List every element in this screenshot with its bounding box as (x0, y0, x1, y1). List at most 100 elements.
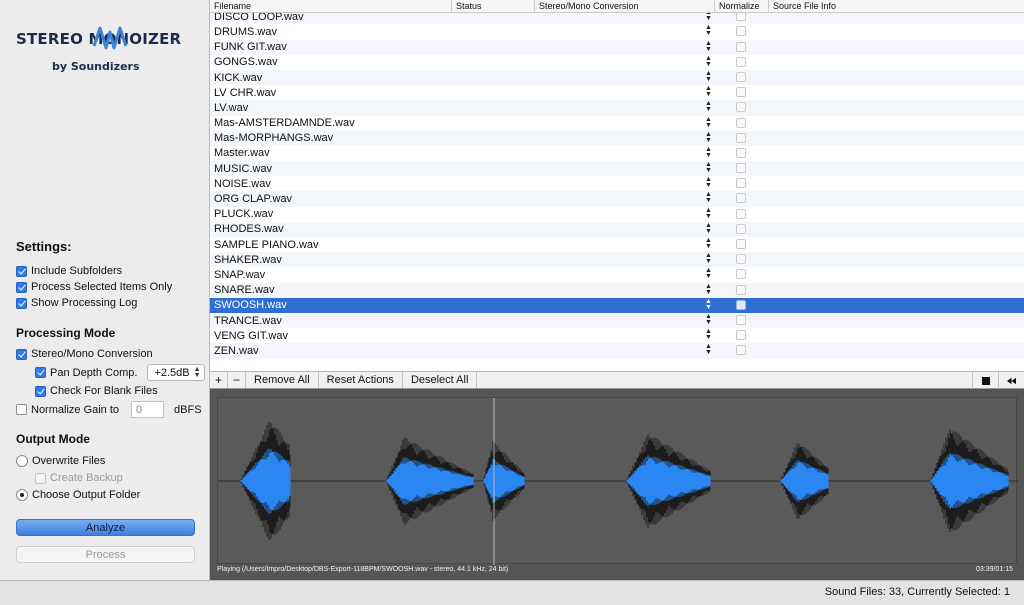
table-row[interactable]: SNARE.wav ▲ ▼ (210, 282, 1024, 298)
checkbox-box[interactable] (16, 281, 27, 293)
pan-depth-stepper[interactable]: +2.5dB ▲ ▼ (147, 364, 205, 381)
conversion-popup-icon[interactable]: ▲▼ (705, 343, 712, 356)
table-row[interactable]: VENG GIT.wav ▲ ▼ (210, 328, 1024, 343)
table-row[interactable]: GONGS.wav ▲ ▼ (210, 55, 1024, 70)
normalize-checkbox[interactable] (736, 117, 746, 128)
checkbox-box[interactable] (35, 385, 46, 397)
stepper-arrows-icon[interactable]: ▲ ▼ (194, 366, 201, 379)
column-header-status[interactable]: Status (452, 0, 535, 13)
table-row[interactable]: NOISE.wav ▲ ▼ (210, 176, 1024, 191)
column-header-filename[interactable]: Filename (210, 0, 452, 13)
create-backup-checkbox[interactable]: Create Backup (35, 472, 123, 484)
conversion-popup-icon[interactable]: ▲▼ (705, 116, 712, 129)
normalize-checkbox[interactable] (736, 26, 746, 37)
table-row[interactable]: TRANCE.wav ▲ ▼ (210, 312, 1024, 329)
conversion-popup-icon[interactable]: ▲▼ (705, 70, 712, 83)
table-row[interactable]: SWOOSH.wav ▲ ▼ (210, 297, 1024, 313)
analyze-button[interactable]: Analyze (16, 519, 195, 536)
table-row[interactable]: ORG CLAP.wav ▲ ▼ (210, 191, 1024, 207)
normalize-checkbox[interactable] (736, 132, 746, 143)
table-row[interactable]: RHODES.wav ▲ ▼ (210, 221, 1024, 237)
normalize-checkbox[interactable] (736, 71, 746, 82)
conversion-popup-icon[interactable]: ▲▼ (705, 55, 712, 68)
conversion-popup-icon[interactable]: ▲▼ (705, 252, 712, 265)
reset-actions-button[interactable]: Reset Actions (319, 372, 403, 388)
radio-circle[interactable] (16, 455, 28, 467)
table-row[interactable]: KICK.wav ▲ ▼ (210, 69, 1024, 86)
table-row[interactable]: MUSIC.wav ▲ ▼ (210, 161, 1024, 177)
stereo-mono-checkbox[interactable]: Stereo/Mono Conversion (16, 348, 153, 360)
conversion-popup-icon[interactable]: ▲▼ (705, 313, 712, 326)
checkbox-box[interactable] (35, 367, 46, 378)
normalize-checkbox[interactable] (736, 193, 746, 204)
conversion-popup-icon[interactable]: ▲▼ (705, 328, 712, 341)
table-row[interactable]: FUNK GIT.wav ▲ ▼ (210, 39, 1024, 55)
conversion-popup-icon[interactable]: ▲▼ (705, 176, 712, 189)
conversion-popup-icon[interactable]: ▲▼ (705, 100, 712, 113)
table-row[interactable]: LV.wav ▲ ▼ (210, 100, 1024, 116)
rewind-button[interactable] (998, 372, 1024, 389)
normalize-checkbox[interactable] (736, 163, 746, 174)
checkbox-box[interactable] (16, 348, 27, 360)
conversion-popup-icon[interactable]: ▲▼ (705, 131, 712, 144)
pan-depth-checkbox[interactable]: Pan Depth Comp. +2.5dB ▲ ▼ (35, 364, 205, 381)
normalize-gain-checkbox[interactable]: Normalize Gain to 0 dBFS (16, 401, 202, 418)
process-button[interactable]: Process (16, 546, 195, 563)
include-subfolders-checkbox[interactable]: Include Subfolders (16, 265, 122, 277)
deselect-all-button[interactable]: Deselect All (403, 372, 478, 388)
conversion-popup-icon[interactable]: ▲▼ (705, 222, 712, 235)
add-button[interactable]: + (210, 372, 229, 388)
normalize-checkbox[interactable] (736, 254, 746, 265)
checkbox-box[interactable] (16, 404, 27, 415)
normalize-checkbox[interactable] (736, 208, 746, 219)
stop-button[interactable] (972, 372, 998, 389)
normalize-checkbox[interactable] (736, 102, 746, 113)
checkbox-box[interactable] (16, 297, 27, 309)
table-row[interactable]: LV CHR.wav ▲ ▼ (210, 85, 1024, 100)
table-row[interactable]: Mas-AMSTERDAMNDE.wav ▲ ▼ (210, 116, 1024, 131)
conversion-popup-icon[interactable]: ▲▼ (705, 40, 712, 53)
normalize-checkbox[interactable] (736, 269, 746, 280)
normalize-checkbox[interactable] (736, 239, 746, 249)
table-row[interactable]: SHAKER.wav ▲ ▼ (210, 252, 1024, 268)
checkbox-box[interactable] (16, 265, 27, 277)
table-row[interactable]: Master.wav ▲ ▼ (210, 146, 1024, 161)
remove-button[interactable]: − (228, 372, 247, 388)
conversion-popup-icon[interactable]: ▲▼ (705, 24, 712, 37)
normalize-checkbox[interactable] (736, 87, 746, 98)
conversion-popup-icon[interactable]: ▲▼ (705, 85, 712, 98)
remove-all-button[interactable]: Remove All (246, 372, 319, 388)
conversion-popup-icon[interactable]: ▲▼ (705, 267, 712, 280)
conversion-popup-icon[interactable]: ▲▼ (705, 298, 712, 311)
conversion-popup-icon[interactable]: ▲▼ (705, 161, 712, 174)
normalize-gain-input[interactable]: 0 (131, 401, 165, 418)
conversion-popup-icon[interactable]: ▲▼ (705, 191, 712, 204)
waveform-graphic[interactable] (218, 398, 1018, 565)
normalize-checkbox[interactable] (736, 299, 746, 310)
normalize-checkbox[interactable] (736, 56, 746, 67)
conversion-popup-icon[interactable]: ▲▼ (705, 283, 712, 296)
table-row[interactable]: Mas-MORPHANGS.wav ▲ ▼ (210, 130, 1024, 146)
waveform-display[interactable] (217, 397, 1018, 565)
radio-circle[interactable] (16, 489, 28, 501)
table-row[interactable]: PLUCK.wav ▲ ▼ (210, 207, 1024, 222)
column-header-stereo-mono[interactable]: Stereo/Mono Conversion (535, 0, 715, 13)
normalize-checkbox[interactable] (736, 223, 746, 234)
column-header-normalize[interactable]: Normalize (715, 0, 769, 13)
normalize-checkbox[interactable] (736, 147, 746, 158)
normalize-checkbox[interactable] (736, 314, 746, 325)
normalize-checkbox[interactable] (736, 284, 746, 295)
table-row[interactable]: ZEN.wav ▲ ▼ (210, 343, 1024, 359)
normalize-checkbox[interactable] (736, 178, 746, 189)
conversion-popup-icon[interactable]: ▲▼ (705, 237, 712, 250)
process-selected-checkbox[interactable]: Process Selected Items Only (16, 281, 172, 293)
show-log-checkbox[interactable]: Show Processing Log (16, 297, 137, 309)
conversion-popup-icon[interactable]: ▲▼ (705, 207, 712, 220)
checkbox-box[interactable] (35, 472, 46, 484)
normalize-checkbox[interactable] (736, 41, 746, 52)
table-row[interactable]: SAMPLE PIANO.wav ▲ ▼ (210, 237, 1024, 252)
table-row[interactable]: DRUMS.wav ▲ ▼ (210, 24, 1024, 39)
normalize-checkbox[interactable] (736, 330, 746, 341)
overwrite-files-radio[interactable]: Overwrite Files (16, 455, 105, 467)
choose-output-folder-radio[interactable]: Choose Output Folder (16, 489, 140, 501)
